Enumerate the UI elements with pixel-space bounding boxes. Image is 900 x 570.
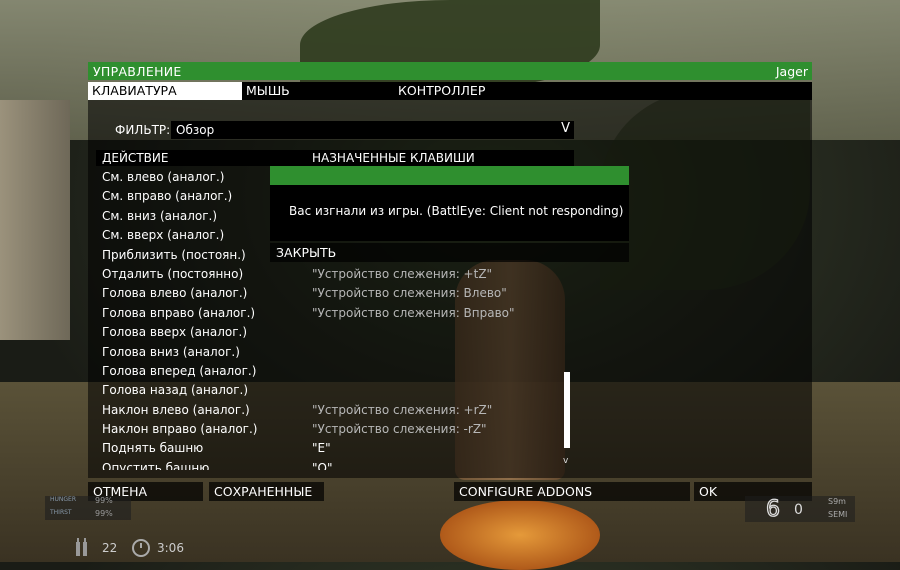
- list-item[interactable]: Голова вправо (аналог.) "Устройство слеже…: [96, 304, 576, 323]
- tab-bar: КЛАВИАТУРА МЫШЬ КОНТРОЛЛЕР: [88, 82, 812, 100]
- title-bar: УПРАВЛЕНИЕ Jager: [88, 62, 812, 80]
- close-button[interactable]: ЗАКРЫТЬ: [270, 243, 629, 262]
- list-item[interactable]: Голова вперед (аналог.): [96, 362, 576, 381]
- kick-dialog: Вас изгнали из игры. (BattlEye: Client n…: [270, 185, 629, 241]
- list-item[interactable]: Наклон влево (аналог.) "Устройство слежен…: [96, 401, 576, 420]
- page-title: УПРАВЛЕНИЕ: [93, 64, 182, 79]
- close-button-label: ЗАКРЫТЬ: [276, 245, 337, 260]
- player-name: Jager: [775, 64, 808, 79]
- saved-button[interactable]: СОХРАНЕННЫЕ: [209, 482, 324, 501]
- bottles-icon: [76, 538, 87, 556]
- thirst-label: THIRST: [50, 509, 72, 516]
- tab-controller[interactable]: КОНТРОЛЛЕР: [394, 82, 598, 100]
- tab-keyboard[interactable]: КЛАВИАТУРА: [88, 82, 242, 100]
- ammo-counter: 6 0: [765, 497, 803, 519]
- list-item[interactable]: Голова влево (аналог.) "Устройство слежен…: [96, 284, 576, 303]
- filter-label: ФИЛЬТР:: [115, 123, 171, 137]
- list-item[interactable]: Голова вверх (аналог.): [96, 323, 576, 342]
- list-item[interactable]: Голова назад (аналог.): [96, 381, 576, 400]
- list-item[interactable]: Голова вниз (аналог.): [96, 343, 576, 362]
- svg-text:6: 6: [766, 497, 780, 519]
- list-item[interactable]: Поднять башню "E": [96, 439, 576, 458]
- list-item[interactable]: Отдалить (постоянно) "Устройство слежения…: [96, 265, 576, 284]
- player-hand: [440, 500, 600, 570]
- list-item[interactable]: Наклон вправо (аналог.) "Устройство слеже…: [96, 420, 576, 439]
- filter-value: Обзор: [176, 123, 215, 137]
- column-action: ДЕЙСТВИЕ: [102, 151, 169, 165]
- hunger-value: 99%: [95, 496, 113, 505]
- tab-mouse[interactable]: МЫШЬ: [242, 82, 386, 100]
- column-headers: ДЕЙСТВИЕ НАЗНАЧЕННЫЕ КЛАВИШИ: [96, 150, 574, 166]
- fire-mode-value: SEMI: [828, 510, 848, 519]
- svg-text:0: 0: [794, 502, 803, 518]
- list-item[interactable]: Опустить башню "Q": [96, 459, 576, 470]
- filter-dropdown[interactable]: Обзор V: [171, 121, 574, 139]
- item-count: 22: [102, 541, 118, 555]
- fire-mode-label: S9m: [828, 497, 846, 506]
- hunger-label: HUNGER: [50, 496, 77, 503]
- chevron-down-icon: V: [561, 121, 570, 136]
- dialog-title-bar: [270, 166, 629, 185]
- scrollbar-thumb[interactable]: [564, 372, 570, 448]
- thirst-value: 99%: [95, 509, 113, 518]
- clock-icon: [132, 539, 150, 557]
- column-keys: НАЗНАЧЕННЫЕ КЛАВИШИ: [312, 151, 475, 165]
- configure-addons-button[interactable]: CONFIGURE ADDONS: [454, 482, 690, 501]
- scroll-down-icon[interactable]: v: [563, 456, 568, 466]
- dialog-message: Вас изгнали из игры. (BattlEye: Client n…: [289, 204, 624, 218]
- time-value: 3:06: [157, 541, 184, 555]
- building-wall: [0, 100, 70, 340]
